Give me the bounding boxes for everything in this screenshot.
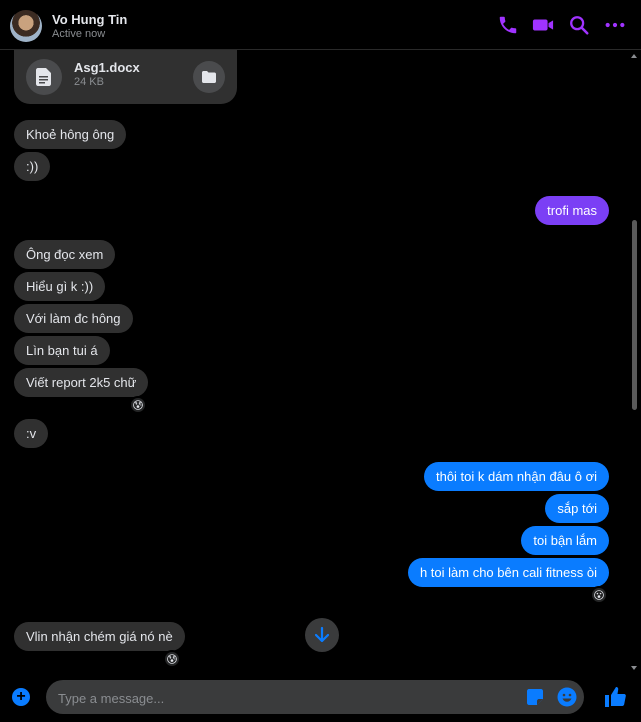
open-folder-button[interactable]	[193, 61, 225, 93]
folder-icon	[202, 71, 216, 83]
message-bubble[interactable]: Với làm đc hông	[14, 304, 133, 333]
message-bubble[interactable]: sắp tới	[545, 494, 609, 523]
message-bubble[interactable]: :))	[14, 152, 51, 181]
scroll-down-arrow[interactable]	[631, 666, 637, 670]
file-name[interactable]: Asg1.docx	[74, 60, 140, 75]
reaction-badge[interactable]: 😰	[163, 650, 181, 668]
contact-name[interactable]: Vo Hung Tin	[52, 12, 127, 27]
message-bubble[interactable]: Vlin nhận chém giá nó nè	[14, 622, 185, 651]
message-bubble[interactable]: trofi mas	[535, 196, 609, 225]
sticker-icon[interactable]	[527, 689, 543, 705]
more-options-icon[interactable]	[604, 14, 626, 36]
file-attachment[interactable]: Asg1.docx 24 KB	[14, 50, 237, 104]
message-list[interactable]: Asg1.docx 24 KB Khoẻ hông ông :)) trofi …	[0, 50, 641, 672]
chat-header: Vo Hung Tin Active now	[0, 0, 641, 50]
scroll-to-bottom-button[interactable]	[305, 618, 339, 652]
reaction-badge[interactable]: 😰	[129, 396, 147, 414]
file-size: 24 KB	[74, 76, 104, 88]
reaction-badge[interactable]: 😮	[590, 586, 608, 604]
active-status: Active now	[52, 28, 106, 40]
video-call-icon[interactable]	[532, 14, 554, 36]
scrollbar[interactable]	[631, 54, 637, 670]
phone-icon[interactable]	[497, 14, 519, 36]
message-bubble[interactable]: thôi toi k dám nhận đâu ô ơi	[423, 462, 609, 491]
scroll-up-arrow[interactable]	[631, 54, 637, 58]
message-bubble[interactable]: :v	[14, 419, 49, 448]
message-bubble[interactable]: h toi làm cho bên cali fitness òi	[407, 558, 609, 587]
thumbs-up-icon[interactable]	[603, 685, 627, 709]
document-icon	[26, 59, 62, 95]
plus-icon[interactable]: +	[12, 688, 30, 706]
message-bubble[interactable]: toi bận lắm	[521, 526, 609, 555]
message-bubble[interactable]: Lìn bạn tui á	[14, 336, 110, 365]
message-bubble[interactable]: Ông đọc xem	[14, 240, 116, 269]
composer: +	[0, 672, 641, 722]
avatar[interactable]	[10, 10, 42, 42]
emoji-icon[interactable]	[557, 687, 577, 707]
search-icon[interactable]	[568, 14, 590, 36]
message-bubble[interactable]: Khoẻ hông ông	[14, 120, 127, 149]
message-bubble[interactable]: Hiểu gì k :))	[14, 272, 106, 301]
message-input[interactable]	[56, 680, 500, 716]
arrow-down-icon	[315, 627, 329, 643]
message-bubble[interactable]: Viết report 2k5 chữ	[14, 368, 149, 397]
message-input-wrapper[interactable]	[46, 680, 584, 716]
scroll-thumb[interactable]	[632, 220, 637, 410]
